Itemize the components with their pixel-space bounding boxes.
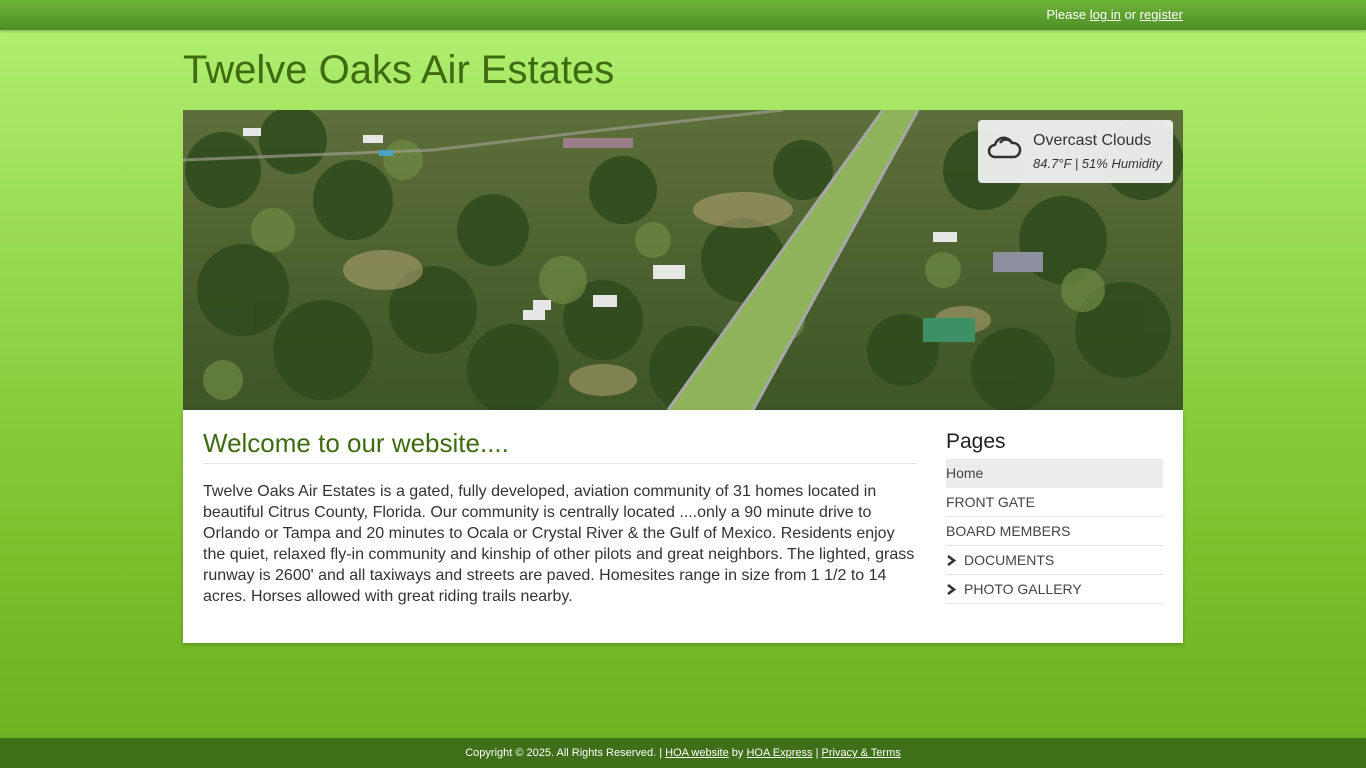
hero-banner: Overcast Clouds 84.7°F | 51% Humidity <box>183 110 1183 410</box>
hoa-website-link[interactable]: HOA website <box>665 747 729 759</box>
weather-condition: Overcast Clouds <box>1033 132 1152 149</box>
auth-prefix: Please <box>1046 7 1087 22</box>
sidebar-item-label: BOARD MEMBERS <box>946 523 1071 539</box>
sidebar-item-board-members[interactable]: BOARD MEMBERS <box>946 517 1163 546</box>
auth-links: Please log in or register <box>1046 7 1183 22</box>
content-panel: Welcome to our website.... Twelve Oaks A… <box>183 410 1183 643</box>
welcome-text: Twelve Oaks Air Estates is a gated, full… <box>203 483 915 605</box>
chevron-right-icon[interactable] <box>946 584 956 595</box>
sidebar-item-label: DOCUMENTS <box>964 552 1055 568</box>
login-link[interactable]: log in <box>1090 7 1121 22</box>
site-title[interactable]: Twelve Oaks Air Estates <box>183 48 614 93</box>
pages-menu: Home FRONT GATE BOARD MEMBERS DOCUMENTS … <box>946 459 1163 604</box>
footer: Copyright © 2025. All Rights Reserved. |… <box>0 738 1366 768</box>
footer-by: by <box>731 747 744 759</box>
auth-or: or <box>1124 7 1137 22</box>
weather-widget: Overcast Clouds 84.7°F | 51% Humidity <box>978 120 1173 183</box>
sidebar-item-label: FRONT GATE <box>946 494 1035 510</box>
hoa-express-link[interactable]: HOA Express <box>746 747 812 759</box>
welcome-heading: Welcome to our website.... <box>203 428 917 464</box>
copyright-text: Copyright © 2025. All Rights Reserved. | <box>465 747 663 759</box>
sidebar-item-label: PHOTO GALLERY <box>964 581 1082 597</box>
main-column: Welcome to our website.... Twelve Oaks A… <box>203 428 917 607</box>
top-bar: Please log in or register <box>0 0 1366 30</box>
weather-detail: 84.7°F | 51% Humidity <box>1033 156 1163 171</box>
sidebar-item-home[interactable]: Home <box>946 459 1163 488</box>
sidebar-item-photo-gallery[interactable]: PHOTO GALLERY <box>946 575 1163 604</box>
sidebar-item-label: Home <box>946 465 984 481</box>
register-link[interactable]: register <box>1140 7 1183 22</box>
cloud-icon <box>987 136 1022 159</box>
pages-sidebar: Pages Home FRONT GATE BOARD MEMBERS DOCU… <box>946 430 1163 604</box>
sidebar-item-documents[interactable]: DOCUMENTS <box>946 546 1163 575</box>
footer-separator: | <box>815 747 819 759</box>
sidebar-item-front-gate[interactable]: FRONT GATE <box>946 488 1163 517</box>
chevron-right-icon[interactable] <box>946 555 956 566</box>
privacy-terms-link[interactable]: Privacy & Terms <box>822 747 901 759</box>
pages-title: Pages <box>946 430 1006 453</box>
